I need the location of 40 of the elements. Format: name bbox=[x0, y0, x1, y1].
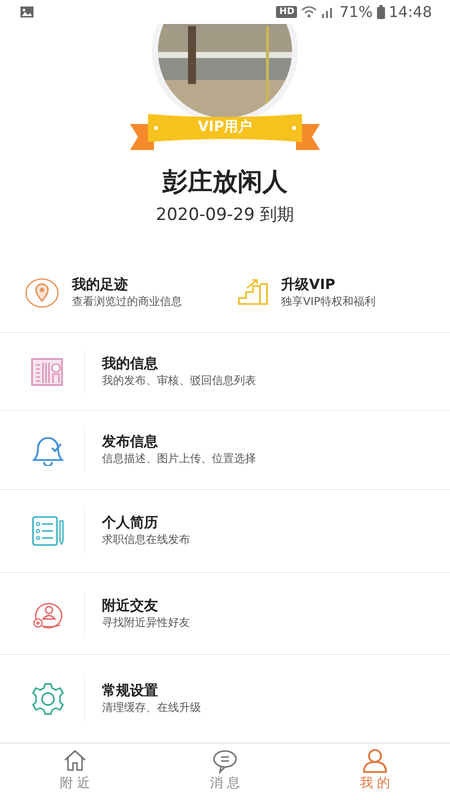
quick-link-title: 升级VIP bbox=[281, 276, 336, 294]
quick-link-title: 我的足迹 bbox=[72, 276, 129, 294]
nav-tab[interactable]: 附 近 bbox=[0, 744, 150, 797]
quick-link[interactable]: 升级VIP 独享VIP特权和福利 bbox=[237, 276, 450, 310]
stairs-icon bbox=[237, 278, 269, 306]
menu-item[interactable]: 我的信息 我的发布、审核、驳回信息列表 bbox=[0, 333, 450, 411]
person-icon bbox=[362, 748, 388, 774]
expiry-date: 2020-09-29 到期 bbox=[156, 204, 294, 226]
menu-item[interactable]: 发布信息 信息描述、图片上传、位置选择 bbox=[0, 411, 450, 490]
bell-icon bbox=[30, 434, 66, 466]
resume-icon bbox=[32, 515, 64, 547]
battery-icon bbox=[376, 5, 385, 19]
menu-item-title: 个人简历 bbox=[102, 514, 159, 532]
settings-icon bbox=[31, 682, 65, 716]
menu-item[interactable]: 常规设置 清理缓存、在线升级 bbox=[0, 655, 450, 743]
menu-item[interactable]: 个人简历 求职信息在线发布 bbox=[0, 490, 450, 573]
menu-item-title: 发布信息 bbox=[102, 433, 159, 452]
menu-item-subtitle: 信息描述、图片上传、位置选择 bbox=[102, 451, 256, 467]
menu-item-subtitle: 我的发布、审核、驳回信息列表 bbox=[102, 372, 256, 388]
menu-item-title: 我的信息 bbox=[102, 354, 159, 373]
menu-item-subtitle: 求职信息在线发布 bbox=[102, 532, 190, 548]
quick-link[interactable]: 我的足迹 查看浏览过的商业信息 bbox=[0, 274, 237, 310]
menu-item-title: 常规设置 bbox=[102, 682, 159, 700]
wifi-icon bbox=[301, 6, 318, 18]
menu-item-subtitle: 清理缓存、在线升级 bbox=[102, 700, 201, 716]
battery-text: 71% bbox=[339, 2, 373, 23]
hd-badge: HD bbox=[276, 6, 298, 18]
nav-tab[interactable]: 消 息 bbox=[150, 744, 300, 797]
user-name: 彭庄放闲人 bbox=[162, 166, 288, 198]
quick-link-subtitle: 查看浏览过的商业信息 bbox=[72, 294, 182, 310]
home-icon bbox=[62, 748, 88, 774]
quick-link-subtitle: 独享VIP特权和福利 bbox=[281, 294, 376, 310]
gallery-icon bbox=[20, 6, 34, 18]
menu-item-subtitle: 寻找附近异性好友 bbox=[102, 614, 190, 630]
menu-item[interactable]: 附近交友 寻找附近异性好友 bbox=[0, 573, 450, 655]
time-text: 14:48 bbox=[388, 2, 432, 23]
document-list-icon bbox=[31, 356, 65, 386]
chat-icon bbox=[212, 748, 238, 774]
menu-item-title: 附近交友 bbox=[102, 596, 159, 615]
vip-label: VIP用户 bbox=[198, 119, 252, 136]
